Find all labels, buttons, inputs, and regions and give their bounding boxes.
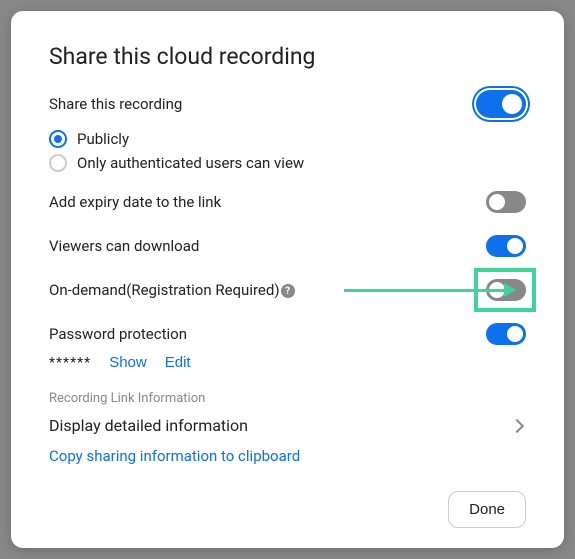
password-label: Password protection — [49, 325, 187, 343]
expiry-toggle[interactable] — [486, 191, 526, 213]
ondemand-label: On-demand(Registration Required)? — [49, 281, 295, 299]
chevron-right-icon — [510, 418, 524, 432]
display-detail-label: Display detailed information — [49, 416, 248, 435]
password-row: Password protection — [49, 320, 526, 348]
download-label: Viewers can download — [49, 237, 199, 255]
edit-password-button[interactable]: Edit — [165, 354, 191, 371]
password-mask: ****** — [49, 355, 91, 371]
share-recording-row: Share this recording — [49, 90, 526, 118]
radio-authenticated-label: Only authenticated users can view — [77, 154, 304, 172]
expiry-label: Add expiry date to the link — [49, 193, 221, 211]
radio-publicly[interactable]: Publicly — [49, 130, 526, 148]
password-toggle[interactable] — [486, 323, 526, 345]
download-row: Viewers can download — [49, 232, 526, 260]
password-controls: ****** Show Edit — [49, 354, 526, 371]
radio-authenticated-indicator — [49, 154, 67, 172]
ondemand-row: On-demand(Registration Required)? — [49, 276, 526, 304]
modal-title: Share this cloud recording — [49, 43, 526, 70]
ondemand-label-text: On-demand(Registration Required) — [49, 281, 280, 299]
radio-publicly-label: Publicly — [77, 130, 129, 148]
expiry-row: Add expiry date to the link — [49, 188, 526, 216]
link-info-header: Recording Link Information — [49, 391, 526, 406]
share-recording-toggle[interactable] — [476, 90, 526, 118]
help-icon[interactable]: ? — [281, 284, 295, 298]
display-detail-row[interactable]: Display detailed information — [49, 416, 526, 435]
download-toggle[interactable] — [486, 235, 526, 257]
radio-authenticated[interactable]: Only authenticated users can view — [49, 154, 526, 172]
show-password-button[interactable]: Show — [109, 354, 147, 371]
share-recording-label: Share this recording — [49, 95, 182, 113]
highlight-box — [474, 268, 536, 312]
done-button[interactable]: Done — [448, 491, 526, 528]
share-recording-modal: Share this cloud recording Share this re… — [11, 11, 564, 548]
copy-sharing-link[interactable]: Copy sharing information to clipboard — [49, 447, 526, 465]
radio-publicly-indicator — [49, 130, 67, 148]
share-radio-group: Publicly Only authenticated users can vi… — [49, 130, 526, 172]
modal-footer: Done — [448, 491, 526, 528]
